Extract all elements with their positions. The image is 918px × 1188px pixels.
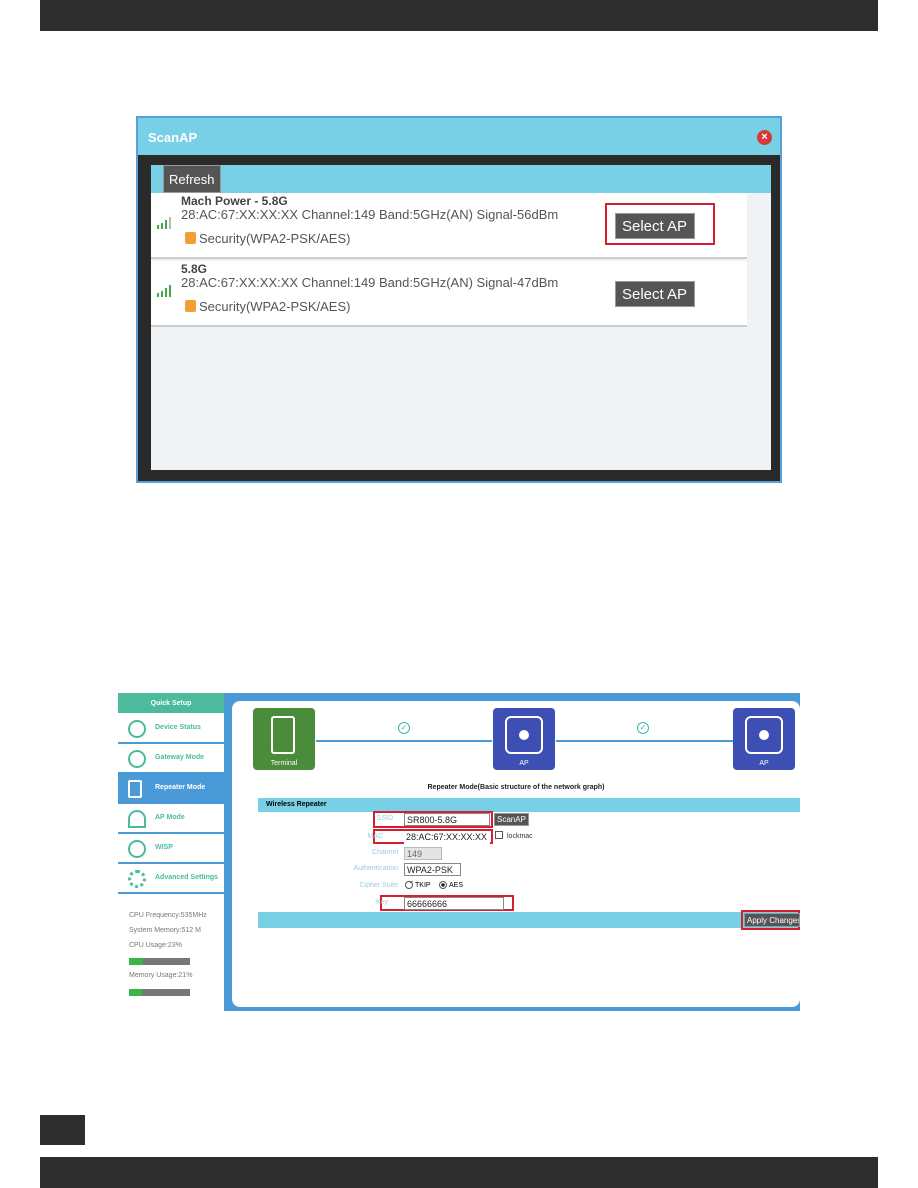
signal-icon xyxy=(157,217,173,229)
link-arrow xyxy=(316,740,492,742)
authentication-select[interactable]: WPA2-PSK ⌄ xyxy=(404,863,461,885)
key-input[interactable]: 66666666 xyxy=(404,897,504,910)
refresh-button[interactable]: Refresh xyxy=(163,165,221,193)
aes-radio[interactable] xyxy=(439,881,447,889)
ssid-name: Mach Power - 5.8G xyxy=(181,194,288,208)
node-label: Terminal xyxy=(270,760,298,767)
close-icon[interactable]: × xyxy=(757,130,772,145)
main-panel: ✓ ✓ Terminal AP AP Repeater Mode(Basic s… xyxy=(232,701,800,1007)
sidebar-item-label: Advanced Settings xyxy=(155,874,219,881)
signal-icon xyxy=(157,285,173,297)
cipher-suite-label: Cipher Suite xyxy=(359,882,398,889)
link-arrow xyxy=(556,740,734,742)
sidebar-item-label: Repeater Mode xyxy=(155,784,206,791)
phone-wifi-icon xyxy=(271,716,295,754)
sidebar-item-repeater-mode[interactable]: Repeater Mode xyxy=(118,774,224,804)
ap-node: AP xyxy=(733,708,795,770)
router-ui: Quick Setup Device Status Gateway Mode R… xyxy=(118,693,800,1011)
tkip-label: TKIP xyxy=(415,882,431,889)
sidebar-item-label: Device Status xyxy=(155,724,201,731)
sidebar-item-label: WISP xyxy=(155,844,173,851)
apply-changes-button[interactable]: Apply Changes xyxy=(744,913,800,927)
selected-value: WPA2-PSK xyxy=(407,865,453,875)
select-ap-button[interactable]: Select AP xyxy=(615,213,695,239)
sidebar-header: Quick Setup xyxy=(118,693,224,713)
scanap-button[interactable]: ScanAP xyxy=(494,813,529,826)
ap-info: 28:AC:67:XX:XX:XX Channel:149 Band:5GHz(… xyxy=(181,275,559,290)
lock-icon xyxy=(185,300,196,312)
sidebar-item-label: Gateway Mode xyxy=(155,754,205,761)
node-label: AP xyxy=(519,760,529,767)
security-label: Security(WPA2-PSK/AES) xyxy=(199,231,351,246)
lock-icon xyxy=(185,232,196,244)
ap-node: AP xyxy=(493,708,555,770)
globe-icon xyxy=(128,750,146,768)
lockmac-checkbox[interactable] xyxy=(495,831,503,839)
scanap-dialog: ScanAP × Refresh Mach Power - 5.8G 28:AC… xyxy=(136,116,782,483)
lockmac-label: lockmac xyxy=(507,833,533,840)
list-item: 5.8G 28:AC:67:XX:XX:XX Channel:149 Band:… xyxy=(151,261,747,327)
channel-label: Channel xyxy=(371,849,398,856)
security-label: Security(WPA2-PSK/AES) xyxy=(199,299,351,314)
key-label: Key xyxy=(375,899,388,906)
check-icon: ✓ xyxy=(637,722,649,734)
sidebar: Quick Setup Device Status Gateway Mode R… xyxy=(118,693,224,1011)
ssid-label: SSID xyxy=(376,815,393,822)
gear-icon xyxy=(128,870,146,888)
antenna-icon xyxy=(128,780,142,798)
cpu-usage-bar xyxy=(129,958,190,965)
aes-label: AES xyxy=(449,882,464,889)
wifi-icon xyxy=(128,810,146,828)
wisp-globe-icon xyxy=(128,840,146,858)
list-item: Mach Power - 5.8G 28:AC:67:XX:XX:XX Chan… xyxy=(151,193,747,259)
ap-icon xyxy=(505,716,543,754)
cpu-frequency: CPU Frequency:535MHz xyxy=(129,912,207,919)
channel-input: 149 xyxy=(404,847,442,860)
ap-icon xyxy=(745,716,783,754)
mac-label: MAC xyxy=(367,833,383,840)
tkip-radio[interactable] xyxy=(405,881,413,889)
memory-usage: Memory Usage:21% xyxy=(129,972,193,979)
page-number-block xyxy=(40,1115,85,1145)
select-ap-button[interactable]: Select AP xyxy=(615,281,695,307)
diagram-caption: Repeater Mode(Basic structure of the net… xyxy=(427,784,605,791)
node-label: AP xyxy=(759,760,769,767)
cpu-usage: CPU Usage:23% xyxy=(129,942,182,949)
ssid-input[interactable]: SR800-5.8G xyxy=(404,813,490,826)
memory-usage-bar xyxy=(129,989,190,996)
sidebar-item-wisp[interactable]: WISP xyxy=(118,834,224,864)
sidebar-item-device-status[interactable]: Device Status xyxy=(118,714,224,744)
check-icon: ✓ xyxy=(398,722,410,734)
toolbar: Refresh xyxy=(151,165,771,193)
terminal-node: Terminal xyxy=(253,708,315,770)
ssid-name: 5.8G xyxy=(181,262,208,276)
sidebar-item-ap-mode[interactable]: AP Mode xyxy=(118,804,224,834)
system-memory: System Memory:512 M xyxy=(129,927,201,934)
dialog-title: ScanAP xyxy=(138,118,780,155)
header-bar xyxy=(40,0,878,31)
section-header: Wireless Repeater xyxy=(258,798,800,812)
ap-list-panel: Refresh Mach Power - 5.8G 28:AC:67:XX:XX… xyxy=(151,165,771,470)
ap-info: 28:AC:67:XX:XX:XX Channel:149 Band:5GHz(… xyxy=(181,207,559,222)
action-bar xyxy=(258,912,800,928)
sidebar-item-gateway-mode[interactable]: Gateway Mode xyxy=(118,744,224,774)
sidebar-item-advanced-settings[interactable]: Advanced Settings xyxy=(118,864,224,894)
footer-bar xyxy=(40,1157,878,1188)
sidebar-item-label: AP Mode xyxy=(155,814,185,821)
authentication-label: Authentication xyxy=(353,865,398,872)
mac-input[interactable]: 28:AC:67:XX:XX:XX xyxy=(404,831,490,844)
pulse-icon xyxy=(128,720,146,738)
